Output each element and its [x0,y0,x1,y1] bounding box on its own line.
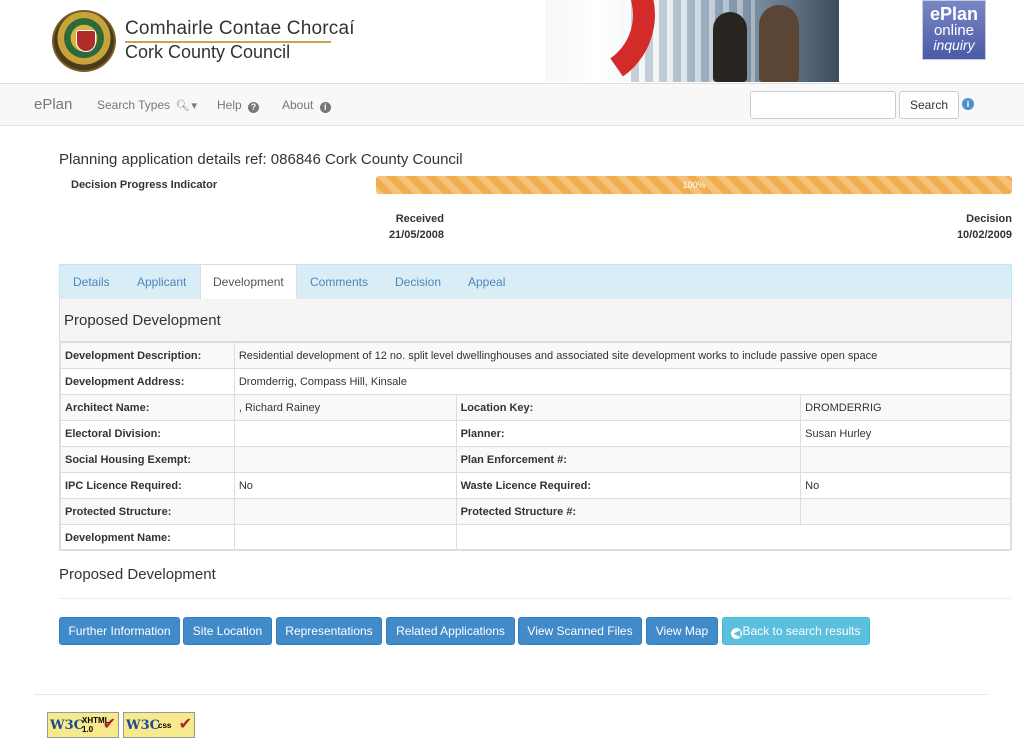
navbar: ePlan Search Types 🔍︎ ▾ Help ? About i Se… [0,83,1024,126]
tab-appeal[interactable]: Appeal [456,265,517,300]
row-label: Protected Structure #: [455,498,802,525]
panel-heading: Proposed Development [60,299,1011,342]
related-applications-button[interactable]: Related Applications [386,617,515,645]
search-button[interactable]: Search [899,91,959,119]
table-row: Social Housing Exempt: Plan Enforcement … [60,446,1011,473]
row-value: Susan Hurley [800,420,1011,447]
row-value [233,446,457,473]
row-value [800,446,1011,473]
received-label: Received [395,213,444,225]
nav-search-types-label: Search Types [97,98,171,112]
nav-about-label: About [282,98,314,112]
back-button-label: Back to search results [742,624,861,638]
question-circle-icon: ? [248,102,260,113]
search-help-info-icon[interactable]: i [962,98,974,110]
tab-applicant[interactable]: Applicant [125,265,198,300]
tab-development[interactable]: Development [200,264,297,300]
row-label: Planner: [455,420,802,447]
brand-irish-name: Comhairle Contae Chorcaí [125,18,355,39]
row-value [233,498,457,525]
development-name-label: Development Name: [60,524,235,551]
representations-button[interactable]: Representations [276,617,382,645]
progress-label: Decision Progress Indicator [71,179,218,191]
tab-details[interactable]: Details [61,265,122,300]
row-value [455,524,1012,551]
site-header: Comhairle Contae Chorcaí Cork County Cou… [0,0,1024,83]
eplan-logo-line3: inquiry [933,37,975,53]
table-row: Development Description: Residential dev… [60,342,1012,369]
w3c-badge-mark: W3C [126,718,160,733]
w3c-css-badge[interactable]: W3C css ✔ [123,712,195,738]
css-badge-tag: css [158,721,172,730]
section-title: Proposed Development [59,566,216,583]
row-value [233,420,457,447]
w3c-badge-mark: W3C [50,718,84,733]
site-location-button[interactable]: Site Location [183,617,272,645]
row-value [800,498,1011,525]
table-row: IPC Licence Required: No Waste Licence R… [60,472,1011,499]
caret-down-icon: ▾ [191,100,197,112]
back-to-search-results-button[interactable]: ◀ Back to search results [722,617,870,645]
row-value: DROMDERRIG [800,394,1011,421]
row-label: Waste Licence Required: [455,472,802,499]
nav-help[interactable]: Help ? [217,98,260,113]
row-value: No [233,472,457,499]
section-divider [59,598,1012,599]
info-circle-icon: i [319,102,331,113]
checkmark-icon: ✔ [178,716,192,733]
nav-about[interactable]: About i [282,98,331,113]
row-value: , Richard Rainey [233,394,457,421]
table-row: Architect Name: , Richard Rainey Locatio… [60,394,1011,421]
row-label: Architect Name: [60,394,235,421]
nav-help-label: Help [217,98,242,112]
brand-english-name: Cork County Council [125,42,291,62]
page-title: Planning application details ref: 086846… [59,151,463,168]
table-row: Development Name: [60,524,1012,551]
received-date: 21/05/2008 [388,229,444,241]
row-label: Plan Enforcement #: [455,446,802,473]
nav-search-types[interactable]: Search Types 🔍︎ ▾ [97,98,197,112]
footer-divider [34,694,987,695]
row-label: Electoral Division: [60,420,235,447]
row-value: No [800,472,1011,499]
development-details-table: Development Description: Residential dev… [60,342,1012,551]
development-address-label: Development Address: [60,368,235,395]
decision-date: 10/02/2009 [956,229,1012,241]
development-address-value: Dromderrig, Compass Hill, Kinsale [233,368,1012,395]
eplan-online-inquiry-logo[interactable]: ePlan online inquiry [922,0,986,60]
eplan-logo-line1: ePlan [929,4,979,24]
development-name-value [233,524,457,551]
row-label: Social Housing Exempt: [60,446,235,473]
decision-label: Decision [966,213,1012,225]
eplan-logo-line2: online [933,22,975,39]
xhtml-badge-version: 1.0 [82,725,94,734]
further-information-button[interactable]: Further Information [59,617,180,645]
milestone-received: Received 21/05/2008 [376,211,444,243]
development-description-value: Residential development of 12 no. split … [233,342,1012,369]
tab-comments[interactable]: Comments [298,265,380,300]
view-map-button[interactable]: View Map [646,617,718,645]
row-label: IPC Licence Required: [60,472,235,499]
arrow-circle-left-icon: ◀ [731,628,743,639]
table-row: Development Address: Dromderrig, Compass… [60,368,1012,395]
tab-decision[interactable]: Decision [383,265,453,300]
table-row: Protected Structure: Protected Structure… [60,498,1011,525]
progress-bar-fill: 100% [376,176,1012,194]
view-scanned-files-button[interactable]: View Scanned Files [518,617,642,645]
search-icon: 🔍︎ [175,100,190,112]
decision-progress-bar: 100% [376,176,1012,194]
proposed-development-panel: Proposed Development Development Descrip… [59,299,1012,551]
development-description-label: Development Description: [60,342,235,369]
hero-banner-image [545,0,839,82]
row-label: Location Key: [455,394,802,421]
council-crest-logo[interactable] [52,10,116,72]
detail-tabs: Details Applicant Development Comments D… [59,264,1012,300]
nav-brand-eplan[interactable]: ePlan [34,96,72,113]
table-row: Electoral Division: Planner: Susan Hurle… [60,420,1011,447]
checkmark-icon: ✔ [102,716,116,733]
row-label: Protected Structure: [60,498,235,525]
search-input[interactable] [750,91,896,119]
milestone-decision: Decision 10/02/2009 [930,211,1012,243]
w3c-xhtml-badge[interactable]: W3C XHTML 1.0 ✔ [47,712,119,738]
